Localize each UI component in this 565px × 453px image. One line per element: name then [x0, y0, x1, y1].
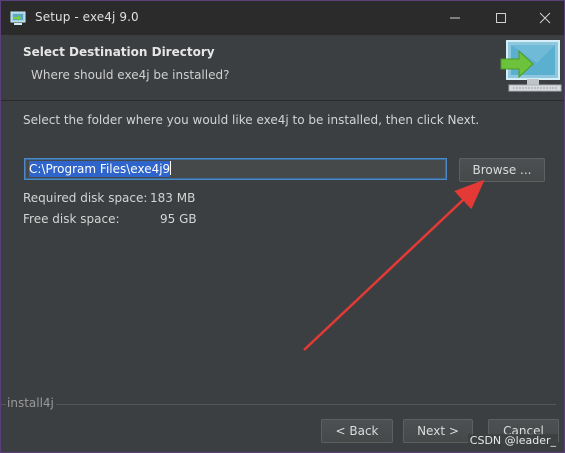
footer-divider-left	[1, 404, 6, 405]
header-divider	[1, 100, 564, 101]
app-icon	[10, 11, 26, 25]
title-bar[interactable]: Setup - exe4j 9.0	[1, 1, 564, 35]
window-title: Setup - exe4j 9.0	[35, 10, 139, 24]
text-caret	[170, 161, 172, 175]
minimize-icon	[450, 17, 460, 19]
required-space-label: Required disk space:	[23, 191, 148, 205]
required-space-value: 183 MB	[150, 191, 196, 205]
next-button[interactable]: Next >	[403, 419, 473, 443]
free-space-value: 95 GB	[160, 212, 197, 226]
browse-button[interactable]: Browse ...	[459, 158, 545, 182]
free-space-label: Free disk space:	[23, 212, 120, 226]
instruction-text: Select the folder where you would like e…	[23, 113, 480, 127]
maximize-icon	[496, 13, 506, 23]
page-title: Select Destination Directory	[23, 45, 215, 59]
installer-brand: install4j	[7, 396, 54, 410]
maximize-button[interactable]	[478, 1, 524, 35]
setup-window: Setup - exe4j 9.0 Select Destination Dir…	[0, 0, 565, 453]
path-value: C:\Program Files\exe4j9	[29, 161, 171, 177]
footer-divider	[56, 404, 556, 405]
close-button[interactable]	[522, 1, 564, 35]
destination-path-input[interactable]: C:\Program Files\exe4j9	[24, 158, 447, 180]
page-subtitle: Where should exe4j be installed?	[31, 68, 230, 82]
back-button[interactable]: < Back	[321, 419, 393, 443]
minimize-button[interactable]	[432, 1, 478, 35]
close-icon	[539, 12, 551, 24]
csdn-watermark: CSDN @leader_	[467, 434, 558, 447]
wizard-header: Select Destination Directory Where shoul…	[1, 35, 564, 100]
computer-install-icon	[500, 40, 562, 92]
